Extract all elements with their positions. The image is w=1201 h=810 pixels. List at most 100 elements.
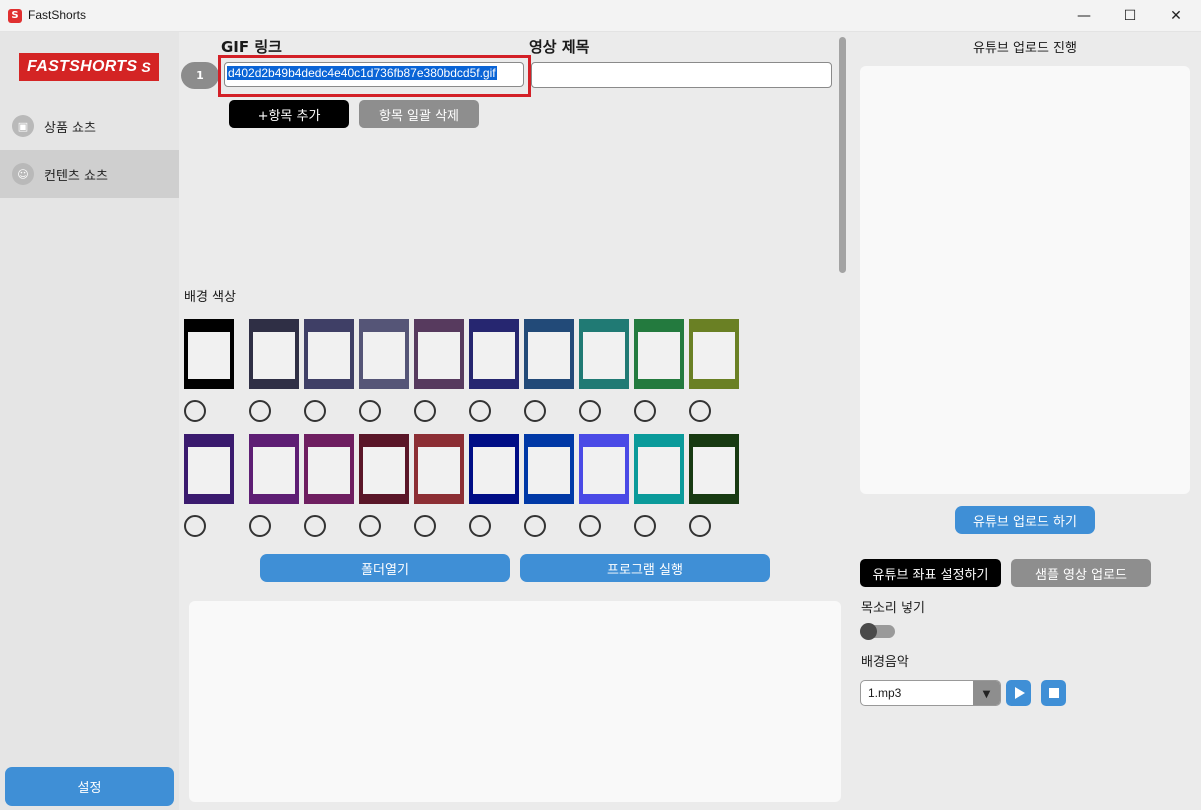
bg-color-radio[interactable] (524, 400, 546, 422)
bg-color-radio[interactable] (304, 400, 326, 422)
swatch-preview (693, 447, 735, 494)
swatch-preview (528, 332, 570, 379)
bg-color-radio[interactable] (579, 515, 601, 537)
add-item-button[interactable]: +항목 추가 (229, 100, 349, 128)
logo-s-icon: S (141, 59, 151, 75)
bg-color-swatch[interactable] (634, 434, 684, 504)
stop-icon (1048, 688, 1059, 698)
stop-button[interactable] (1041, 680, 1066, 706)
bgm-label: 배경음악 (861, 655, 909, 670)
upload-progress-title: 유튜브 업로드 진행 (973, 41, 1077, 56)
youtube-upload-button[interactable]: 유튜브 업로드 하기 (955, 506, 1095, 534)
swatch-preview (528, 447, 570, 494)
bg-color-swatch[interactable] (634, 319, 684, 389)
bg-color-radio[interactable] (634, 400, 656, 422)
swatch-preview (638, 332, 680, 379)
swatch-preview (308, 332, 350, 379)
bg-color-radio[interactable] (524, 515, 546, 537)
smile-icon: ☺ (12, 163, 34, 185)
maximize-button[interactable]: ☐ (1107, 0, 1153, 32)
voice-label: 목소리 넣기 (861, 601, 925, 616)
swatch-preview (418, 332, 460, 379)
logo-text: FASTSHORTS (27, 58, 138, 75)
bg-color-swatch[interactable] (469, 434, 519, 504)
upload-progress-box (860, 66, 1190, 494)
bg-color-swatch[interactable] (249, 434, 299, 504)
swatch-preview (473, 332, 515, 379)
swatch-preview (363, 332, 405, 379)
sidebar-item-product-shorts[interactable]: ▣ 상품 쇼츠 (0, 102, 179, 150)
scrollbar[interactable] (839, 37, 846, 273)
bg-color-swatch[interactable] (469, 319, 519, 389)
swatch-preview (363, 447, 405, 494)
bg-color-swatch[interactable] (184, 319, 234, 389)
swatch-preview (693, 332, 735, 379)
minimize-button[interactable]: — (1061, 0, 1107, 32)
bg-color-swatch[interactable] (524, 319, 574, 389)
log-output-box (189, 601, 841, 802)
bg-color-swatch[interactable] (359, 434, 409, 504)
highlight-box (218, 55, 531, 97)
settings-button[interactable]: 설정 (5, 767, 174, 806)
sidebar-item-content-shorts[interactable]: ☺ 컨텐츠 쇼츠 (0, 150, 179, 198)
bg-color-radio[interactable] (304, 515, 326, 537)
play-icon (1014, 687, 1025, 699)
window-title: FastShorts (28, 8, 87, 22)
chevron-down-icon[interactable]: ▼ (973, 681, 1000, 705)
bg-color-swatch[interactable] (414, 434, 464, 504)
bg-color-swatch[interactable] (524, 434, 574, 504)
run-program-button[interactable]: 프로그램 실행 (520, 554, 770, 582)
bg-color-swatch[interactable] (689, 319, 739, 389)
sample-video-upload-button[interactable]: 샘플 영상 업로드 (1011, 559, 1151, 587)
swatch-preview (188, 447, 230, 494)
bg-color-radio[interactable] (184, 515, 206, 537)
gif-link-label: GIF 링크 (221, 38, 282, 56)
bg-color-radio[interactable] (689, 400, 711, 422)
youtube-coord-setting-button[interactable]: 유튜브 좌표 설정하기 (860, 559, 1001, 587)
bg-color-radio[interactable] (414, 515, 436, 537)
bg-color-radio[interactable] (249, 400, 271, 422)
video-title-input[interactable] (531, 62, 832, 88)
video-title-label: 영상 제목 (529, 38, 590, 56)
bg-color-radio[interactable] (184, 400, 206, 422)
bg-color-swatch[interactable] (304, 319, 354, 389)
title-bar: S FastShorts — ☐ ✕ (0, 0, 1201, 32)
delete-all-button[interactable]: 항목 일괄 삭제 (359, 100, 479, 128)
bg-color-swatch[interactable] (184, 434, 234, 504)
close-button[interactable]: ✕ (1153, 0, 1199, 32)
sidebar: FASTSHORTS S ▣ 상품 쇼츠 ☺ 컨텐츠 쇼츠 설정 (0, 32, 179, 810)
sidebar-item-label: 컨텐츠 쇼츠 (44, 168, 108, 184)
swatch-preview (308, 447, 350, 494)
bg-color-swatch[interactable] (249, 319, 299, 389)
bg-color-swatch[interactable] (359, 319, 409, 389)
bg-color-radio[interactable] (359, 515, 381, 537)
swatch-preview (253, 332, 295, 379)
bg-color-swatch[interactable] (579, 319, 629, 389)
bg-color-swatch[interactable] (304, 434, 354, 504)
bg-color-radio[interactable] (414, 400, 436, 422)
bag-icon: ▣ (12, 115, 34, 137)
sidebar-item-label: 상품 쇼츠 (44, 120, 96, 136)
bgm-select[interactable]: 1.mp3 ▼ (860, 680, 1001, 706)
bg-color-radio[interactable] (689, 515, 711, 537)
fastshorts-logo: FASTSHORTS S (19, 53, 159, 81)
swatch-preview (253, 447, 295, 494)
bg-color-swatch[interactable] (689, 434, 739, 504)
bg-color-radio[interactable] (249, 515, 271, 537)
open-folder-button[interactable]: 폴더열기 (260, 554, 510, 582)
bg-color-swatch[interactable] (579, 434, 629, 504)
bg-color-radio[interactable] (359, 400, 381, 422)
bg-color-radio[interactable] (469, 515, 491, 537)
swatch-preview (638, 447, 680, 494)
bg-color-radio[interactable] (579, 400, 601, 422)
bg-color-radio[interactable] (469, 400, 491, 422)
play-button[interactable] (1006, 680, 1031, 706)
bg-color-radio[interactable] (634, 515, 656, 537)
row-number-badge: 1 (181, 62, 219, 89)
voice-toggle[interactable] (860, 623, 895, 640)
bg-color-swatch[interactable] (414, 319, 464, 389)
swatch-preview (583, 447, 625, 494)
app-logo-icon: S (8, 9, 22, 23)
swatch-preview (473, 447, 515, 494)
bg-color-label: 배경 색상 (184, 290, 236, 305)
